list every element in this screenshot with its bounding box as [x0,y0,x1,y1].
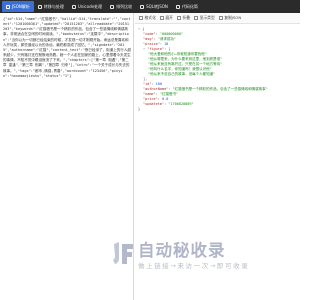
json-value: "1706820889" [168,102,194,106]
json-value: "请求成功" [157,37,176,41]
json-value: "他从来就没有离开过，只是在另一个地方等待" [148,62,223,66]
checkbox-icon [176,16,181,20]
json-value: "他从哪里来，为什么要来到这里，他到底是谁" [148,57,223,61]
json-value: "000000000" [159,32,184,36]
json-brace: { [142,27,145,31]
show-type-label: 显示类型 [199,15,215,20]
json-value: "他从来不说自己的故事，但每个人都知道" [148,72,216,76]
json-row: } [138,107,300,112]
json-key: "price" [143,97,158,101]
json-key: "msg" [143,37,154,41]
json-brace: } [138,107,141,111]
format-toggle[interactable]: 格式化 [139,15,156,21]
collapse-label: 折叠 [182,15,191,20]
tab-label: 代码化简 [181,3,198,9]
json-key: "code" [143,32,156,36]
json-value: "他叫什么名字，你知道吗？我想认识他" [148,67,212,71]
json-bracket: ], [143,77,148,81]
code-icon [175,4,180,9]
tab-label: 排列比较 [116,3,133,9]
tab-label: Unicode处理 [77,3,103,9]
tab-label: 转移与处理 [43,3,64,9]
expand-label: 展开 [165,15,173,20]
json-value: 0.0 [161,97,169,101]
tab-json-parse[interactable]: JSON解析 [2,1,34,12]
compare-icon [110,4,115,9]
tab-sql-to-json[interactable]: SQL转JSON [136,1,172,12]
viewer-toolbar: 格式化 展开 折叠 显示类型 复制JSON [135,13,300,24]
copy-label: 复制JSON [224,15,242,20]
watermark-logo-icon [113,242,133,264]
json-value: "红猫借书" [159,92,179,96]
raw-json-text[interactable]: {"id":514,"name":"红猫借书","hallid":514,"tr… [0,13,133,79]
json-value: 100 [155,82,162,86]
tab-compare[interactable]: 排列比较 [106,1,136,12]
tab-code-minify[interactable]: 代码化简 [172,1,202,12]
escape-icon [37,4,42,9]
copy-json-button[interactable]: 复制JSON [218,15,242,21]
show-type-toggle[interactable]: 显示类型 [194,15,215,21]
tab-escape[interactable]: 转移与处理 [34,1,68,12]
unicode-icon [71,4,76,9]
watermark: 自动秘收录 做上链接→来访一次→即可收录 [112,236,302,276]
copy-icon [218,16,223,20]
expand-toggle[interactable]: 展开 [159,15,173,21]
tab-unicode[interactable]: Unicode处理 [68,1,106,12]
json-value: "他大爱和他的小…你就知道你要找他" [148,52,207,56]
json-key: "name" [143,92,156,96]
tab-label: SQL转JSON [146,3,168,9]
json-value: 10 [164,42,169,46]
checkbox-icon [139,16,143,20]
json-icon [6,4,10,9]
json-key: "updatetm" [143,102,165,106]
json-value: "红猫借书是一个精彩的作品，包含了一些感情线和情感故事" [172,87,268,91]
json-key: "praise" [143,42,160,46]
sql-icon [140,4,145,9]
json-bracket: [ [168,47,171,51]
top-tab-bar: JSON解析 转移与处理 Unicode处理 排列比较 SQL转JSON 代码化… [0,0,300,13]
collapse-toggle[interactable]: 折叠 [176,15,191,21]
format-label: 格式化 [144,15,156,20]
tab-label: JSON解析 [12,3,30,9]
checkbox-icon [194,16,199,20]
json-key: "authorName" [143,87,169,91]
watermark-title: 自动秘收录 [138,241,226,260]
json-tree: ▾ { "code": "000000000" "msg": "请求成功" "p… [135,24,300,112]
json-key: "figure" [147,47,165,51]
watermark-subtitle: 做上链接→来访一次→即可收录 [138,262,250,270]
checkbox-icon [159,16,164,20]
